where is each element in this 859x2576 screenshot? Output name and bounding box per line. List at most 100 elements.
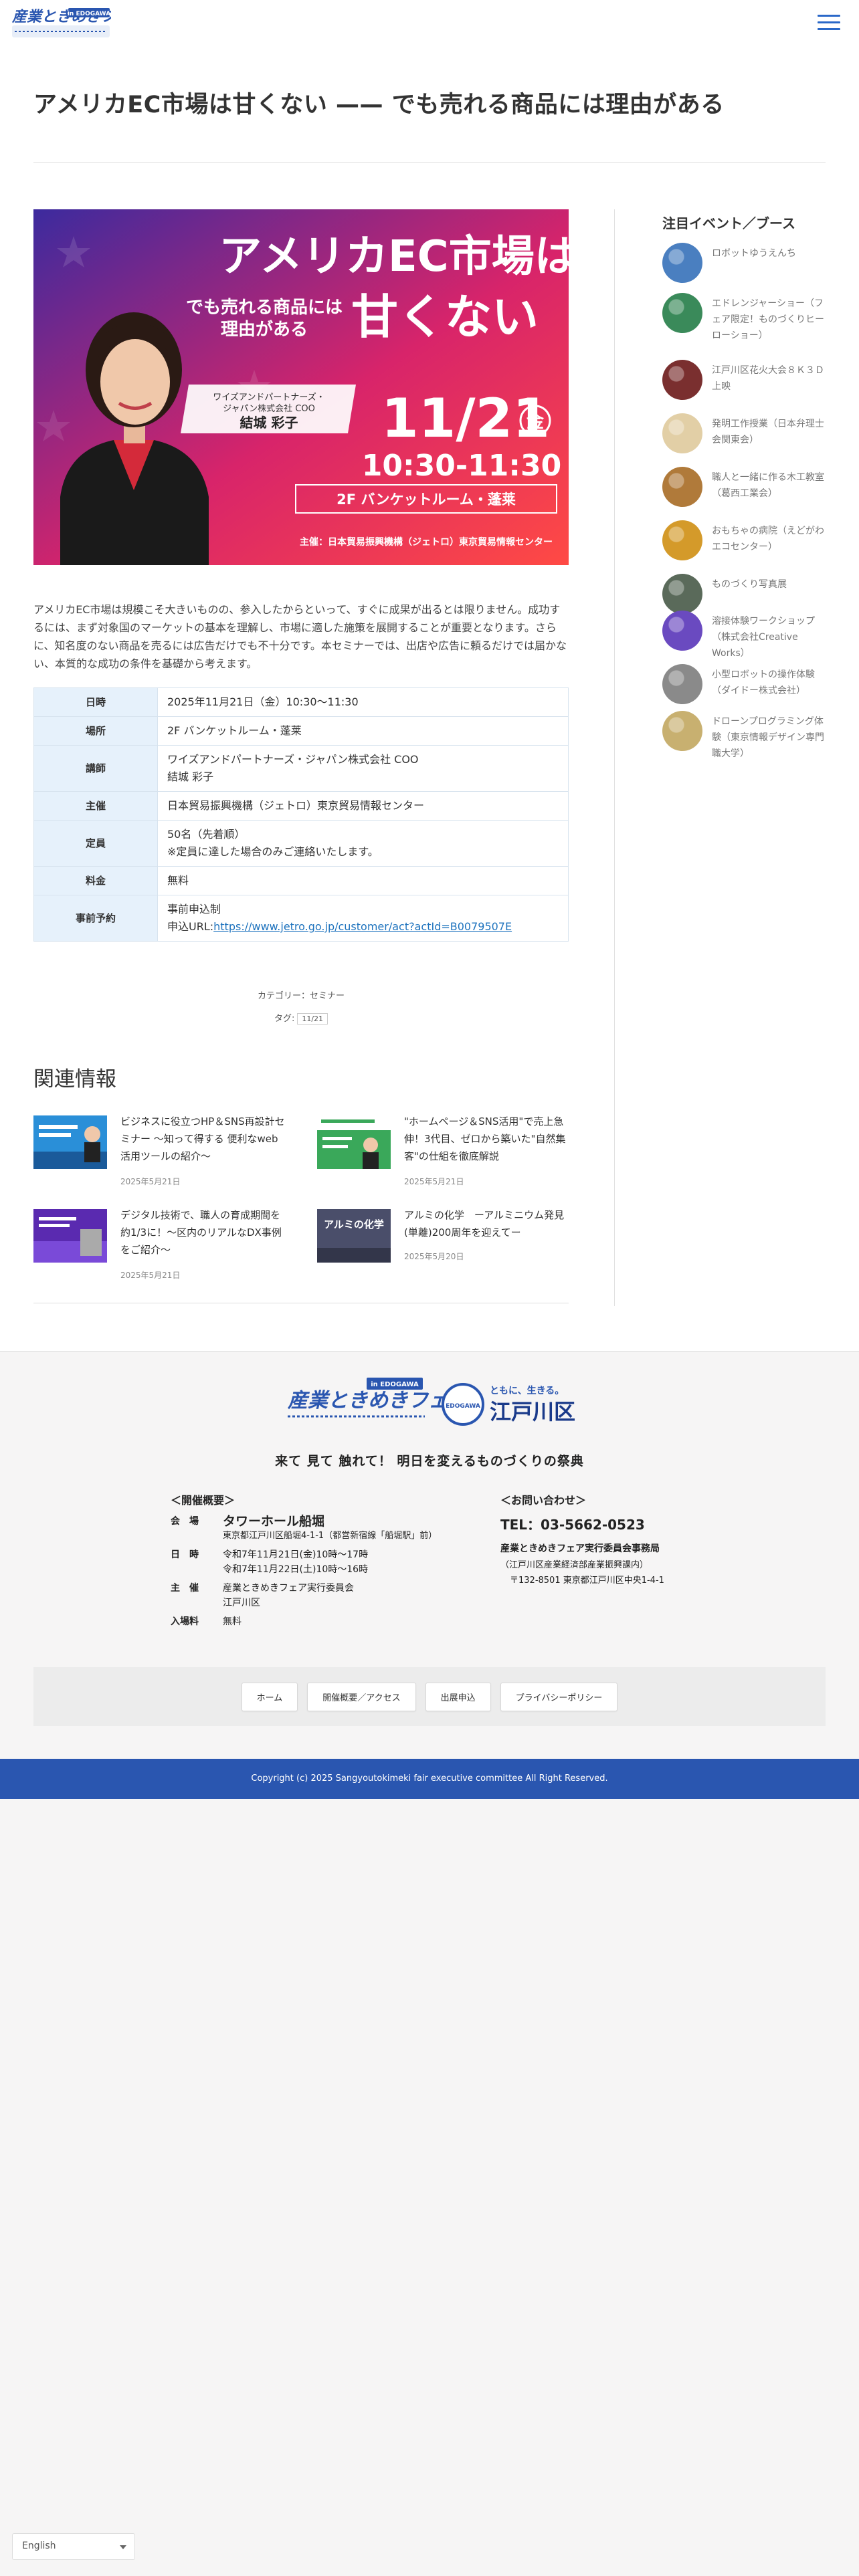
sidebar-divider	[614, 209, 615, 1306]
thumb-caption: アルミの化学	[324, 1218, 384, 1230]
organizer-line: 江戸川区	[223, 1598, 260, 1608]
tag-link[interactable]: 11/21	[297, 1013, 328, 1025]
detail-label: 料金	[33, 866, 158, 895]
detail-value: ワイズアンドパートナーズ・ジャパン株式会社 COO 結城 彩子	[157, 745, 569, 792]
detail-label: 定員	[33, 820, 158, 867]
speaker-title-1: ワイズアンドパートナーズ・	[213, 392, 324, 403]
event-details-table: 日時 2025年11月21日（金）10:30〜11:30 場所 2F バンケット…	[33, 687, 569, 942]
hamburger-menu-button[interactable]	[818, 15, 840, 31]
table-row: 料金 無料	[33, 866, 569, 895]
footer-nav-overview[interactable]: 開催概要／アクセス	[307, 1682, 416, 1711]
overview-value: 令和7年11月21日(金)10時〜17時 令和7年11月22日(土)10時〜16…	[223, 1547, 505, 1577]
capacity-note: ※定員に達した場合のみご連絡いたします。	[167, 845, 379, 858]
contact-office: 産業ときめきフェア実行委員会事務局	[500, 1543, 660, 1554]
intro-text: アメリカEC市場は規模こそ大きいものの、参入したからといって、すぐに成果が出ると…	[33, 603, 567, 670]
event-thumbnail	[662, 711, 702, 751]
overview-label: 主 催	[171, 1583, 199, 1594]
sidebar-event-label: おもちゃの病院（えどがわエコセンター）	[712, 526, 824, 552]
footer-divider	[0, 1351, 859, 1352]
detail-value: 無料	[157, 866, 569, 895]
chevron-down-icon	[120, 2545, 126, 2549]
table-row: 事前予約 事前申込制 申込URL:https://www.jetro.go.jp…	[33, 895, 569, 942]
event-thumbnail	[662, 243, 702, 283]
reservation-note: 事前申込制	[167, 903, 221, 916]
category-line: カテゴリー：セミナー	[33, 988, 569, 1001]
overview-value: 産業ときめきフェア実行委員会 江戸川区	[223, 1581, 505, 1610]
related-thumbnail	[317, 1115, 391, 1169]
detail-label: 講師	[33, 745, 158, 792]
site-header: 産業ときめきフェア in EDOGAWA	[0, 0, 859, 45]
related-date: 2025年5月21日	[120, 1271, 181, 1280]
detail-label: 事前予約	[33, 895, 158, 942]
table-row: 定員 50名（先着順） ※定員に達した場合のみご連絡いたします。	[33, 820, 569, 867]
related-title: アルミの化学 ーアルミニウム発見(単離)200周年を迎えてー	[404, 1209, 565, 1239]
footer-nav-privacy[interactable]: プライバシーポリシー	[500, 1682, 618, 1711]
city-slogan: ともに、生きる。	[490, 1385, 564, 1396]
sidebar-event-label: 小型ロボットの操作体験（ダイドー株式会社）	[712, 669, 815, 696]
site-logo[interactable]: 産業ときめきフェア in EDOGAWA	[11, 4, 147, 41]
event-thumbnail	[662, 293, 702, 333]
reservation-link[interactable]: https://www.jetro.go.jp/customer/act?act…	[213, 920, 512, 933]
lecturer-company: ワイズアンドパートナーズ・ジャパン株式会社 COO	[167, 753, 419, 766]
sidebar-event-label: 江戸川区花火大会８Ｋ３Ｄ上映	[712, 365, 824, 392]
related-item[interactable]: ビジネスに役立つHP＆SNS再設計セミナー 〜知って得する 便利なweb活用ツー…	[33, 1115, 285, 1202]
hero-weekday: 金	[526, 411, 545, 432]
menu-icon-bar	[818, 15, 840, 17]
contact-dept: （江戸川区産業経済部産業振興課内）	[500, 1560, 649, 1570]
contact-address: 〒132-8501 東京都江戸川区中央1-4-1	[510, 1576, 664, 1586]
hero-sub-1: でも売れる商品には	[186, 297, 343, 318]
footer-nav-apply[interactable]: 出展申込	[425, 1682, 491, 1711]
related-title: ビジネスに役立つHP＆SNS再設計セミナー 〜知って得する 便利なweb活用ツー…	[120, 1115, 285, 1162]
table-row: 主催 日本貿易振興機構（ジェトロ）東京貿易情報センター	[33, 791, 569, 821]
hero-room: 2F バンケットルーム・蓬莱	[337, 492, 516, 508]
copyright-bar: Copyright (c) 2025 Sangyoutokimeki fair …	[0, 1759, 859, 1799]
overview-value: タワーホール船堀 東京都江戸川区船堀4-1-1（都営新宿線「船堀駅」前）	[223, 1514, 505, 1543]
table-row: 場所 2F バンケットルーム・蓬莱	[33, 716, 569, 746]
tag-line: タグ: 11/21	[33, 1011, 569, 1025]
detail-label: 主催	[33, 791, 158, 821]
sidebar-event-label: 職人と一緒に作る木工教室（葛西工業会）	[712, 472, 824, 499]
hero-banner: アメリカEC市場は でも売れる商品には 理由がある 甘くない ワイズアンドパート…	[33, 209, 569, 565]
organizer-line: 産業ときめきフェア実行委員会	[223, 1583, 354, 1594]
lecturer-name: 結城 彩子	[167, 770, 214, 783]
related-thumbnail	[33, 1209, 107, 1263]
footer-logo-sub: in EDOGAWA	[371, 1381, 419, 1388]
event-thumbnail	[662, 467, 702, 507]
related-title: "ホームページ＆SNS活用"で売上急伸！3代目、ゼロから築いた"自然集客"の仕組…	[404, 1115, 566, 1162]
reservation-url-line: 申込URL:https://www.jetro.go.jp/customer/a…	[167, 918, 559, 936]
table-row: 講師 ワイズアンドパートナーズ・ジャパン株式会社 COO 結城 彩子	[33, 745, 569, 792]
related-item[interactable]: "ホームページ＆SNS活用"で売上急伸！3代目、ゼロから築いた"自然集客"の仕組…	[317, 1115, 568, 1202]
detail-value: 日本貿易振興機構（ジェトロ）東京貿易情報センター	[157, 791, 569, 821]
main-content: アメリカEC市場は甘くない —— でも売れる商品には理由がある アメリカEC市場…	[0, 45, 859, 1351]
overview-dates-row: 日 時 令和7年11月21日(金)10時〜17時 令和7年11月22日(土)10…	[171, 1547, 505, 1577]
related-date: 2025年5月21日	[404, 1177, 464, 1186]
related-date: 2025年5月20日	[404, 1252, 464, 1261]
venue-address: 東京都江戸川区船堀4-1-1（都営新宿線「船堀駅」前）	[223, 1531, 438, 1541]
overview-organizer-row: 主 催 産業ときめきフェア実行委員会 江戸川区	[171, 1581, 505, 1610]
language-select[interactable]: English	[12, 2533, 135, 2560]
detail-label: 場所	[33, 716, 158, 746]
overview-label: 入場料	[171, 1616, 199, 1627]
overview-venue-row: 会 場 タワーホール船堀 東京都江戸川区船堀4-1-1（都営新宿線「船堀駅」前）	[171, 1514, 505, 1543]
contact-phone[interactable]: TEL：03-5662-0523	[500, 1514, 714, 1533]
related-item[interactable]: デジタル技術で、職人の育成期間を約1/3に！〜区内のリアルなDX事例をご紹介〜 …	[33, 1209, 284, 1296]
tag-label: タグ:	[274, 1014, 295, 1024]
sidebar-event-label: ドローンプログラミング体験（東京情報デザイン専門職大学）	[712, 716, 824, 759]
detail-value: 50名（先着順） ※定員に達した場合のみご連絡いたします。	[157, 820, 569, 867]
page-title: アメリカEC市場は甘くない —— でも売れる商品には理由がある	[33, 92, 725, 118]
event-thumbnail	[662, 574, 702, 614]
city-name: 江戸川区	[490, 1399, 575, 1424]
overview-heading: ＜開催概要＞	[171, 1494, 235, 1507]
url-prefix: 申込URL:	[167, 920, 214, 933]
hero-sub-2: 理由がある	[221, 319, 308, 340]
detail-label: 日時	[33, 687, 158, 717]
footer-nav: ホーム 開催概要／アクセス 出展申込 プライバシーポリシー	[33, 1667, 826, 1726]
related-thumbnail: アルミの化学	[317, 1209, 391, 1263]
footer-nav-home[interactable]: ホーム	[241, 1682, 298, 1711]
sidebar-event-label: 発明工作授業（日本弁理士会関東会）	[712, 419, 824, 445]
related-item[interactable]: アルミの化学 アルミの化学 ーアルミニウム発見(単離)200周年を迎えてー 20…	[317, 1209, 568, 1296]
overview-value: 無料	[223, 1616, 242, 1627]
sidebar-event-label: 溶接体験ワークショップ（株式会社Creative Works）	[712, 616, 815, 659]
category-link[interactable]: カテゴリー：セミナー	[258, 991, 345, 1001]
hero-headline-1: アメリカEC市場は	[219, 232, 569, 282]
